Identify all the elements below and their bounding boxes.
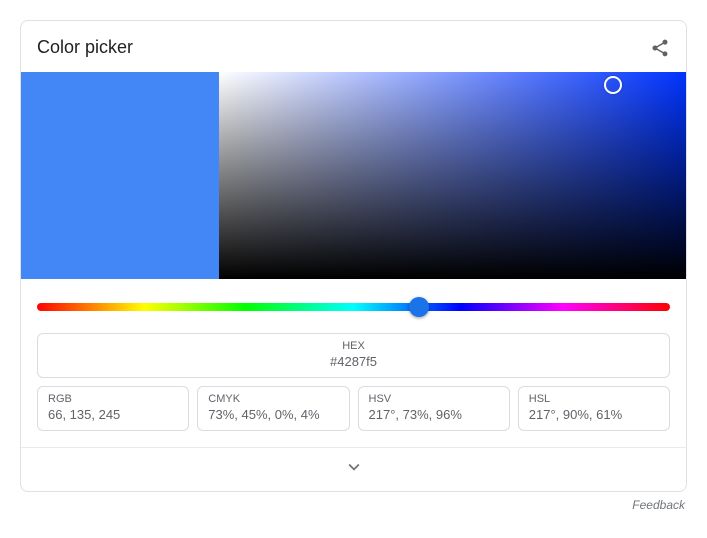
title: Color picker bbox=[37, 37, 133, 58]
color-swatch bbox=[21, 72, 219, 279]
formats-row: RGB 66, 135, 245 CMYK 73%, 45%, 0%, 4% H… bbox=[37, 386, 670, 431]
hex-box[interactable]: HEX #4287f5 bbox=[37, 333, 670, 378]
cmyk-value: 73%, 45%, 0%, 4% bbox=[208, 407, 338, 422]
controls: HEX #4287f5 RGB 66, 135, 245 CMYK 73%, 4… bbox=[21, 279, 686, 447]
cmyk-label: CMYK bbox=[208, 393, 338, 405]
hsl-box[interactable]: HSL 217°, 90%, 61% bbox=[518, 386, 670, 431]
hue-handle[interactable] bbox=[409, 297, 429, 317]
hsv-label: HSV bbox=[369, 393, 499, 405]
hue-track bbox=[37, 303, 670, 311]
rgb-label: RGB bbox=[48, 393, 178, 405]
hue-slider[interactable] bbox=[37, 295, 670, 319]
saturation-value-field[interactable] bbox=[219, 72, 686, 279]
picker-area bbox=[21, 72, 686, 279]
rgb-value: 66, 135, 245 bbox=[48, 407, 178, 422]
feedback-link[interactable]: Feedback bbox=[20, 498, 687, 512]
rgb-box[interactable]: RGB 66, 135, 245 bbox=[37, 386, 189, 431]
hsl-label: HSL bbox=[529, 393, 659, 405]
cmyk-box[interactable]: CMYK 73%, 45%, 0%, 4% bbox=[197, 386, 349, 431]
hsv-value: 217°, 73%, 96% bbox=[369, 407, 499, 422]
share-icon[interactable] bbox=[650, 38, 670, 58]
chevron-down-icon bbox=[343, 456, 365, 478]
color-picker-card: Color picker HEX #4287f5 RGB 66, 135, 24… bbox=[20, 20, 687, 492]
hsl-value: 217°, 90%, 61% bbox=[529, 407, 659, 422]
hsv-box[interactable]: HSV 217°, 73%, 96% bbox=[358, 386, 510, 431]
hex-value: #4287f5 bbox=[38, 354, 669, 369]
sv-handle[interactable] bbox=[604, 76, 622, 94]
header: Color picker bbox=[21, 21, 686, 72]
expand-button[interactable] bbox=[21, 447, 686, 491]
hex-label: HEX bbox=[38, 340, 669, 352]
